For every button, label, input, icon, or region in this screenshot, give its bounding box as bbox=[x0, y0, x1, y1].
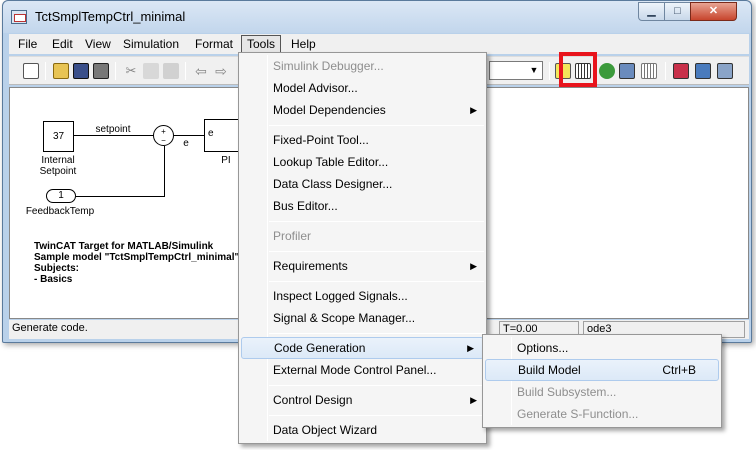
update-diagram-icon[interactable] bbox=[619, 63, 635, 79]
feedback-inport-block[interactable]: 1 bbox=[46, 189, 76, 203]
menu-item-bus-editor[interactable]: Bus Editor... bbox=[239, 195, 486, 217]
menu-item-model-advisor[interactable]: Model Advisor... bbox=[239, 77, 486, 99]
model-explorer-icon[interactable] bbox=[695, 63, 711, 79]
chevron-down-icon[interactable]: ▼ bbox=[527, 63, 541, 78]
build-model-shortcut: Ctrl+B bbox=[662, 363, 696, 377]
submenu-arrow-icon: ▶ bbox=[470, 105, 477, 115]
menu-simulation[interactable]: Simulation bbox=[118, 35, 184, 53]
build-subsystem-icon[interactable] bbox=[641, 63, 657, 79]
model-annotation: TwinCAT Target for MATLAB/Simulink Sampl… bbox=[34, 241, 240, 285]
sum-block[interactable]: + − bbox=[153, 125, 174, 146]
menu-item-inspect-logged-signals[interactable]: Inspect Logged Signals... bbox=[239, 285, 486, 307]
window-title: TctSmplTempCtrl_minimal bbox=[35, 9, 186, 24]
pi-block[interactable]: e bbox=[204, 119, 242, 152]
minimize-button[interactable]: ▁ bbox=[638, 2, 665, 21]
forward-arrow-icon[interactable]: ⇨ bbox=[213, 63, 229, 79]
print-icon[interactable] bbox=[93, 63, 109, 79]
constant-block-label: Internal Setpoint bbox=[39, 155, 77, 177]
refresh-icon[interactable] bbox=[599, 63, 615, 79]
save-icon[interactable] bbox=[73, 63, 89, 79]
menu-item-code-generation[interactable]: Code Generation ▶ bbox=[241, 337, 484, 359]
menu-item-simulink-debugger[interactable]: Simulink Debugger... bbox=[239, 55, 486, 77]
menu-help[interactable]: Help bbox=[286, 35, 321, 53]
pi-block-label: PI bbox=[221, 155, 231, 166]
debugger-icon[interactable] bbox=[717, 63, 733, 79]
tools-menu: Simulink Debugger... Model Advisor... Mo… bbox=[238, 52, 487, 444]
back-arrow-icon[interactable]: ⇦ bbox=[193, 63, 209, 79]
maximize-button[interactable]: □ bbox=[664, 2, 691, 21]
menu-item-data-object-wizard[interactable]: Data Object Wizard bbox=[239, 419, 486, 441]
menu-item-control-design[interactable]: Control Design ▶ bbox=[239, 389, 486, 411]
menu-item-generate-s-function[interactable]: Generate S-Function... bbox=[483, 403, 721, 425]
simulation-time-combo[interactable]: ▼ bbox=[489, 61, 543, 80]
menu-view[interactable]: View bbox=[80, 35, 116, 53]
library-browser-icon[interactable] bbox=[673, 63, 689, 79]
menu-item-build-model[interactable]: Build Model Ctrl+B bbox=[485, 359, 719, 381]
menu-item-data-class-designer[interactable]: Data Class Designer... bbox=[239, 173, 486, 195]
menu-item-requirements[interactable]: Requirements ▶ bbox=[239, 255, 486, 277]
submenu-arrow-icon: ▶ bbox=[470, 261, 477, 271]
title-bar[interactable]: TctSmplTempCtrl_minimal ▁ □ ✕ bbox=[3, 1, 751, 33]
menu-item-model-dependencies[interactable]: Model Dependencies ▶ bbox=[239, 99, 486, 121]
feedback-vertical-line bbox=[164, 146, 165, 196]
cut-icon[interactable]: ✂ bbox=[123, 63, 139, 79]
paste-icon[interactable] bbox=[163, 63, 179, 79]
new-file-icon[interactable] bbox=[23, 63, 39, 79]
menu-item-build-subsystem[interactable]: Build Subsystem... bbox=[483, 381, 721, 403]
setpoint-signal-line bbox=[74, 135, 154, 136]
menu-format[interactable]: Format bbox=[190, 35, 238, 53]
feedback-inport-label: FeedbackTemp bbox=[25, 206, 95, 217]
menu-item-options[interactable]: Options... bbox=[483, 337, 721, 359]
setpoint-signal-label: setpoint bbox=[95, 124, 131, 135]
error-signal-line bbox=[174, 135, 204, 136]
menu-edit[interactable]: Edit bbox=[47, 35, 78, 53]
open-folder-icon[interactable] bbox=[53, 63, 69, 79]
copy-icon[interactable] bbox=[143, 63, 159, 79]
code-generation-submenu: Options... Build Model Ctrl+B Build Subsy… bbox=[482, 334, 722, 428]
error-signal-label: e bbox=[183, 138, 189, 149]
menu-item-fixed-point-tool[interactable]: Fixed-Point Tool... bbox=[239, 129, 486, 151]
menu-bar: File Edit View Simulation Format Tools H… bbox=[9, 34, 749, 54]
menu-item-external-mode-control-panel[interactable]: External Mode Control Panel... bbox=[239, 359, 486, 381]
menu-item-lookup-table-editor[interactable]: Lookup Table Editor... bbox=[239, 151, 486, 173]
submenu-arrow-icon: ▶ bbox=[467, 343, 474, 353]
build-icon-highlight-box bbox=[559, 52, 597, 87]
menu-file[interactable]: File bbox=[13, 35, 42, 53]
submenu-arrow-icon: ▶ bbox=[470, 395, 477, 405]
constant-block[interactable]: 37 bbox=[43, 121, 74, 152]
menu-tools[interactable]: Tools bbox=[241, 35, 282, 53]
menu-item-signal-scope-manager[interactable]: Signal & Scope Manager... bbox=[239, 307, 486, 329]
menu-item-profiler[interactable]: Profiler bbox=[239, 225, 486, 247]
simulink-app-icon[interactable] bbox=[11, 10, 27, 24]
feedback-signal-line bbox=[76, 196, 165, 197]
close-button[interactable]: ✕ bbox=[690, 2, 737, 21]
